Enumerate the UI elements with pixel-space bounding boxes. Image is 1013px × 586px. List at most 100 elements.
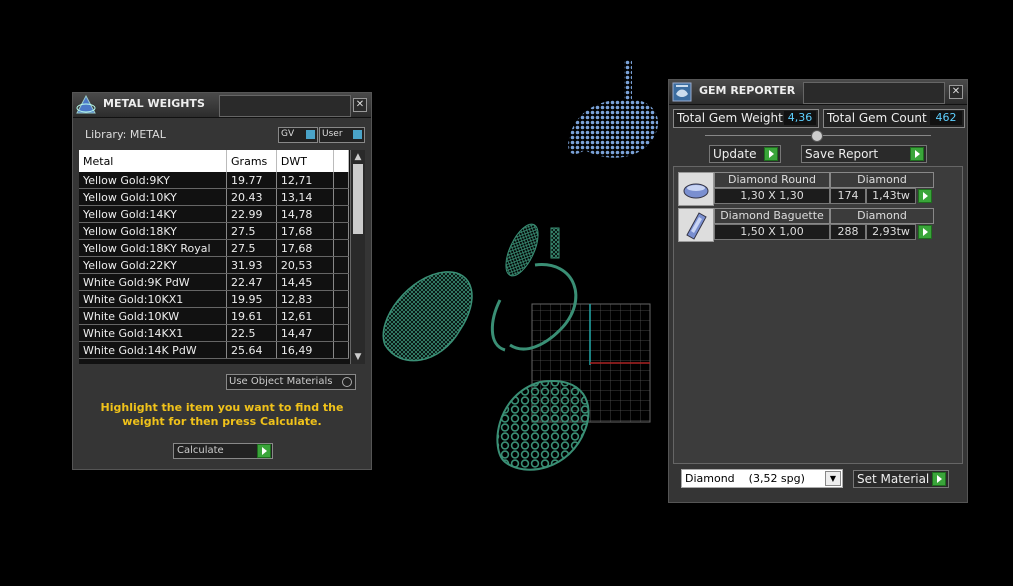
cell-blank <box>333 324 350 342</box>
metal-weights-panel: METAL WEIGHTS ✕ Library: METAL GV User M… <box>72 92 372 470</box>
close-icon[interactable]: ✕ <box>353 98 367 112</box>
gem-select-icon[interactable] <box>918 225 932 239</box>
user-indicator-icon <box>353 130 362 139</box>
cell-blank <box>333 188 350 206</box>
save-report-label: Save Report <box>805 147 879 161</box>
library-label: Library: METAL <box>85 128 166 141</box>
metal-weights-titlebar[interactable]: METAL WEIGHTS ✕ <box>73 93 371 118</box>
title-grip[interactable] <box>219 95 351 117</box>
cell-grams: 22.5 <box>226 324 277 342</box>
cell-grams: 27.5 <box>226 222 277 240</box>
update-label: Update <box>713 147 757 161</box>
chevron-down-icon[interactable]: ▼ <box>825 471 841 486</box>
cell-blank <box>333 273 350 291</box>
calculate-button[interactable]: Calculate <box>173 443 273 459</box>
use-object-materials-checkbox[interactable]: Use Object Materials <box>226 374 356 390</box>
cell-grams: 27.5 <box>226 239 277 257</box>
close-icon[interactable]: ✕ <box>949 85 963 99</box>
set-material-button[interactable]: Set Material <box>853 470 949 488</box>
gem-reporter-titlebar[interactable]: GEM REPORTER ✕ <box>669 80 967 105</box>
cell-dwt: 14,45 <box>276 273 334 291</box>
column-header-grams[interactable]: Grams <box>226 150 277 172</box>
scroll-up-icon[interactable]: ▲ <box>351 150 365 164</box>
gem-size: 1,30 X 1,30 <box>714 188 830 204</box>
table-row[interactable]: White Gold:14K PdW 25.64 16,49 <box>79 341 350 359</box>
cell-metal: Yellow Gold:18KY Royal <box>79 239 228 257</box>
total-count-label: Total Gem Count <box>827 111 927 125</box>
column-header-dwt[interactable]: DWT <box>276 150 334 172</box>
cell-blank <box>333 222 350 240</box>
cell-dwt: 12,61 <box>276 307 334 325</box>
table-row[interactable]: White Gold:9K PdW 22.47 14,45 <box>79 273 350 291</box>
column-header-blank <box>333 150 350 172</box>
total-count-field: Total Gem Count 462 <box>823 109 965 128</box>
play-icon <box>932 472 946 486</box>
cell-metal: Yellow Gold:22KY <box>79 256 228 274</box>
scroll-thumb[interactable] <box>353 164 363 234</box>
user-toggle[interactable]: User <box>319 127 365 143</box>
gv-toggle[interactable]: GV <box>278 127 318 143</box>
cell-metal: Yellow Gold:18KY <box>79 222 228 240</box>
play-icon <box>257 444 271 458</box>
table-row[interactable]: Yellow Gold:14KY 22.99 14,78 <box>79 205 350 223</box>
play-icon <box>910 147 924 161</box>
blue-gem-mesh <box>568 60 659 158</box>
material-select[interactable]: Diamond (3,52 spg) ▼ <box>681 469 843 488</box>
panel-title: METAL WEIGHTS <box>103 97 205 110</box>
total-weight-field: Total Gem Weight 4,36 <box>673 109 819 128</box>
total-count-value: 462 <box>930 111 962 125</box>
metal-table: Metal Grams DWT Yellow Gold:9KY 19.77 12,7… <box>79 150 350 359</box>
instruction-text: Highlight the item you want to find the … <box>100 401 344 428</box>
update-button[interactable]: Update <box>709 145 781 163</box>
total-weight-label: Total Gem Weight <box>677 111 783 125</box>
cell-grams: 19.77 <box>226 172 277 189</box>
slider-handle[interactable] <box>811 130 823 142</box>
title-grip[interactable] <box>803 82 945 104</box>
gem-select-icon[interactable] <box>918 189 932 203</box>
table-scrollbar[interactable]: ▲ ▼ <box>350 150 365 364</box>
gem-reporter-panel: GEM REPORTER ✕ Total Gem Weight 4,36 Tot… <box>668 79 968 503</box>
gem-list: Diamond Round Diamond 1,30 X 1,30 174 1,… <box>673 166 963 464</box>
table-row[interactable]: Yellow Gold:22KY 31.93 20,53 <box>79 256 350 274</box>
gem-count: 288 <box>830 224 866 240</box>
baguette-diamond-icon <box>678 208 714 242</box>
gem-name: Diamond Baguette <box>714 208 830 224</box>
gem-material: Diamond <box>830 208 934 224</box>
scroll-down-icon[interactable]: ▼ <box>351 350 365 364</box>
cell-metal: White Gold:14KX1 <box>79 324 228 342</box>
cell-blank <box>333 239 350 257</box>
panel-title: GEM REPORTER <box>699 84 796 97</box>
cell-grams: 20.43 <box>226 188 277 206</box>
cell-metal: Yellow Gold:14KY <box>79 205 228 223</box>
use-object-materials-label: Use Object Materials <box>229 376 333 387</box>
material-select-value: Diamond (3,52 spg) <box>685 472 805 485</box>
cell-grams: 22.47 <box>226 273 277 291</box>
gem-row[interactable]: Diamond Baguette Diamond 1,50 X 1,00 288… <box>678 207 940 242</box>
cell-metal: Yellow Gold:9KY <box>79 172 228 189</box>
calculate-label: Calculate <box>177 445 224 456</box>
gem-count: 174 <box>830 188 866 204</box>
table-row[interactable]: Yellow Gold:18KY 27.5 17,68 <box>79 222 350 240</box>
cell-grams: 25.64 <box>226 341 277 359</box>
gem-size: 1,50 X 1,00 <box>714 224 830 240</box>
cell-grams: 22.99 <box>226 205 277 223</box>
metal-table-container: Metal Grams DWT Yellow Gold:9KY 19.77 12,7… <box>79 150 365 364</box>
gem-weight: 1,43tw <box>866 188 916 204</box>
cell-dwt: 12,71 <box>276 172 334 189</box>
cell-blank <box>333 290 350 308</box>
table-row[interactable]: Yellow Gold:18KY Royal 27.5 17,68 <box>79 239 350 257</box>
table-row[interactable]: Yellow Gold:10KY 20.43 13,14 <box>79 188 350 206</box>
cell-grams: 31.93 <box>226 256 277 274</box>
gem-name: Diamond Round <box>714 172 830 188</box>
gem-row[interactable]: Diamond Round Diamond 1,30 X 1,30 174 1,… <box>678 171 940 206</box>
slider-track[interactable] <box>705 130 931 142</box>
column-header-metal[interactable]: Metal <box>79 150 228 172</box>
table-row[interactable]: White Gold:14KX1 22.5 14,47 <box>79 324 350 342</box>
save-report-button[interactable]: Save Report <box>801 145 927 163</box>
table-row[interactable]: White Gold:10KX1 19.95 12,83 <box>79 290 350 308</box>
table-row[interactable]: White Gold:10KW 19.61 12,61 <box>79 307 350 325</box>
cell-dwt: 17,68 <box>276 239 334 257</box>
gem-reporter-logo-icon <box>672 82 692 102</box>
table-row[interactable]: Yellow Gold:9KY 19.77 12,71 <box>79 172 350 189</box>
gv-indicator-icon <box>306 130 315 139</box>
